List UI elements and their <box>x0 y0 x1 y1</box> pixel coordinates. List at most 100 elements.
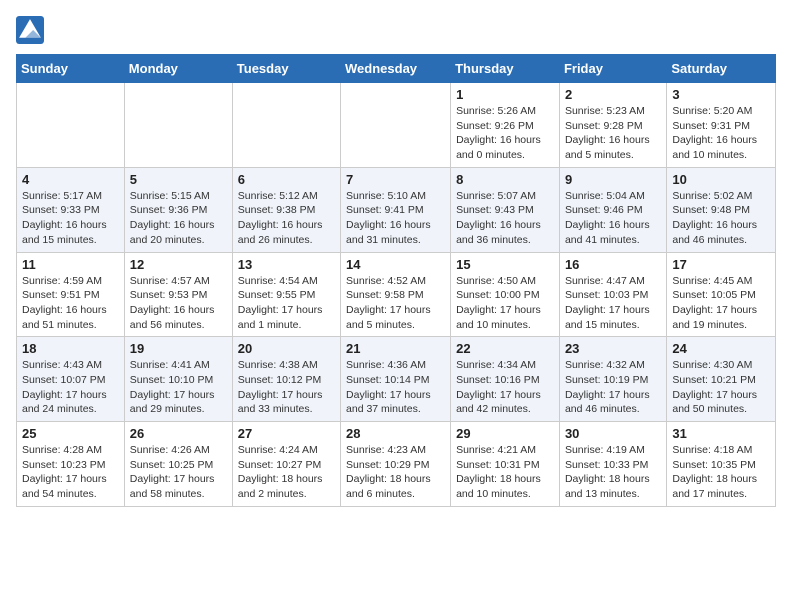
day-number: 29 <box>456 426 554 441</box>
day-number: 6 <box>238 172 335 187</box>
day-info: Sunrise: 4:59 AM Sunset: 9:51 PM Dayligh… <box>22 274 119 333</box>
calendar-cell-4-0: 25Sunrise: 4:28 AM Sunset: 10:23 PM Dayl… <box>17 422 125 507</box>
week-row-1: 1 Sunrise: 5:26 AM Sunset: 9:26 PM Daylig… <box>17 83 776 168</box>
calendar-cell-0-6: 3 Sunrise: 5:20 AM Sunset: 9:31 PM Daylig… <box>667 83 776 168</box>
calendar-cell-0-0 <box>17 83 125 168</box>
day-number: 11 <box>22 257 119 272</box>
week-row-3: 11 Sunrise: 4:59 AM Sunset: 9:51 PM Dayli… <box>17 252 776 337</box>
day-info: Sunrise: 4:38 AM Sunset: 10:12 PM Daylig… <box>238 358 335 417</box>
day-info: Sunrise: 4:52 AM Sunset: 9:58 PM Dayligh… <box>346 274 445 333</box>
calendar-cell-0-1 <box>124 83 232 168</box>
day-info: Sunrise: 4:18 AM Sunset: 10:35 PM Daylig… <box>672 443 770 502</box>
logo-icon <box>16 16 44 44</box>
day-number: 4 <box>22 172 119 187</box>
weekday-row: SundayMondayTuesdayWednesdayThursdayFrid… <box>17 55 776 83</box>
day-number: 23 <box>565 341 661 356</box>
day-info: Sunrise: 5:07 AM Sunset: 9:43 PM Dayligh… <box>456 189 554 248</box>
weekday-thursday: Thursday <box>451 55 560 83</box>
day-info: Sunrise: 4:34 AM Sunset: 10:16 PM Daylig… <box>456 358 554 417</box>
day-info: Sunrise: 4:45 AM Sunset: 10:05 PM Daylig… <box>672 274 770 333</box>
calendar-cell-1-6: 10 Sunrise: 5:02 AM Sunset: 9:48 PM Dayli… <box>667 167 776 252</box>
calendar-cell-1-4: 8 Sunrise: 5:07 AM Sunset: 9:43 PM Daylig… <box>451 167 560 252</box>
day-number: 19 <box>130 341 227 356</box>
calendar-cell-3-2: 20 Sunrise: 4:38 AM Sunset: 10:12 PM Dayl… <box>232 337 340 422</box>
day-info: Sunrise: 5:12 AM Sunset: 9:38 PM Dayligh… <box>238 189 335 248</box>
day-info: Sunrise: 5:26 AM Sunset: 9:26 PM Dayligh… <box>456 104 554 163</box>
day-number: 31 <box>672 426 770 441</box>
calendar-cell-2-1: 12 Sunrise: 4:57 AM Sunset: 9:53 PM Dayli… <box>124 252 232 337</box>
day-info: Sunrise: 4:23 AM Sunset: 10:29 PM Daylig… <box>346 443 445 502</box>
calendar-cell-4-3: 28 Sunrise: 4:23 AM Sunset: 10:29 PM Dayl… <box>341 422 451 507</box>
day-info: Sunrise: 4:36 AM Sunset: 10:14 PM Daylig… <box>346 358 445 417</box>
calendar-table: SundayMondayTuesdayWednesdayThursdayFrid… <box>16 54 776 507</box>
day-number: 20 <box>238 341 335 356</box>
calendar-cell-0-2 <box>232 83 340 168</box>
calendar-cell-3-4: 22 Sunrise: 4:34 AM Sunset: 10:16 PM Dayl… <box>451 337 560 422</box>
day-info: Sunrise: 5:15 AM Sunset: 9:36 PM Dayligh… <box>130 189 227 248</box>
calendar-header: SundayMondayTuesdayWednesdayThursdayFrid… <box>17 55 776 83</box>
calendar-cell-3-3: 21 Sunrise: 4:36 AM Sunset: 10:14 PM Dayl… <box>341 337 451 422</box>
day-number: 2 <box>565 87 661 102</box>
calendar-cell-4-5: 30Sunrise: 4:19 AM Sunset: 10:33 PM Dayl… <box>559 422 666 507</box>
day-info: Sunrise: 4:32 AM Sunset: 10:19 PM Daylig… <box>565 358 661 417</box>
day-number: 1 <box>456 87 554 102</box>
day-number: 18 <box>22 341 119 356</box>
day-number: 3 <box>672 87 770 102</box>
calendar-cell-4-6: 31 Sunrise: 4:18 AM Sunset: 10:35 PM Dayl… <box>667 422 776 507</box>
day-info: Sunrise: 4:19 AM Sunset: 10:33 PM Daylig… <box>565 443 661 502</box>
day-number: 16 <box>565 257 661 272</box>
week-row-4: 18 Sunrise: 4:43 AM Sunset: 10:07 PM Dayl… <box>17 337 776 422</box>
calendar-cell-0-5: 2 Sunrise: 5:23 AM Sunset: 9:28 PM Daylig… <box>559 83 666 168</box>
calendar-cell-3-6: 24 Sunrise: 4:30 AM Sunset: 10:21 PM Dayl… <box>667 337 776 422</box>
day-info: Sunrise: 5:17 AM Sunset: 9:33 PM Dayligh… <box>22 189 119 248</box>
calendar-cell-1-0: 4 Sunrise: 5:17 AM Sunset: 9:33 PM Daylig… <box>17 167 125 252</box>
calendar-cell-2-4: 15 Sunrise: 4:50 AM Sunset: 10:00 PM Dayl… <box>451 252 560 337</box>
day-number: 10 <box>672 172 770 187</box>
day-number: 21 <box>346 341 445 356</box>
day-info: Sunrise: 4:54 AM Sunset: 9:55 PM Dayligh… <box>238 274 335 333</box>
weekday-wednesday: Wednesday <box>341 55 451 83</box>
calendar-cell-1-1: 5 Sunrise: 5:15 AM Sunset: 9:36 PM Daylig… <box>124 167 232 252</box>
calendar-cell-4-2: 27 Sunrise: 4:24 AM Sunset: 10:27 PM Dayl… <box>232 422 340 507</box>
day-info: Sunrise: 5:04 AM Sunset: 9:46 PM Dayligh… <box>565 189 661 248</box>
day-info: Sunrise: 4:21 AM Sunset: 10:31 PM Daylig… <box>456 443 554 502</box>
day-info: Sunrise: 4:41 AM Sunset: 10:10 PM Daylig… <box>130 358 227 417</box>
weekday-friday: Friday <box>559 55 666 83</box>
day-info: Sunrise: 4:24 AM Sunset: 10:27 PM Daylig… <box>238 443 335 502</box>
page-header <box>16 16 776 44</box>
calendar-cell-2-2: 13 Sunrise: 4:54 AM Sunset: 9:55 PM Dayli… <box>232 252 340 337</box>
day-info: Sunrise: 5:23 AM Sunset: 9:28 PM Dayligh… <box>565 104 661 163</box>
weekday-tuesday: Tuesday <box>232 55 340 83</box>
day-number: 27 <box>238 426 335 441</box>
calendar-cell-3-0: 18 Sunrise: 4:43 AM Sunset: 10:07 PM Dayl… <box>17 337 125 422</box>
day-info: Sunrise: 5:02 AM Sunset: 9:48 PM Dayligh… <box>672 189 770 248</box>
day-number: 17 <box>672 257 770 272</box>
day-number: 9 <box>565 172 661 187</box>
day-number: 13 <box>238 257 335 272</box>
weekday-monday: Monday <box>124 55 232 83</box>
calendar-cell-1-2: 6 Sunrise: 5:12 AM Sunset: 9:38 PM Daylig… <box>232 167 340 252</box>
day-number: 14 <box>346 257 445 272</box>
day-info: Sunrise: 4:28 AM Sunset: 10:23 PM Daylig… <box>22 443 119 502</box>
day-number: 28 <box>346 426 445 441</box>
day-number: 15 <box>456 257 554 272</box>
day-info: Sunrise: 4:30 AM Sunset: 10:21 PM Daylig… <box>672 358 770 417</box>
day-info: Sunrise: 5:20 AM Sunset: 9:31 PM Dayligh… <box>672 104 770 163</box>
calendar-body: 1 Sunrise: 5:26 AM Sunset: 9:26 PM Daylig… <box>17 83 776 507</box>
day-number: 24 <box>672 341 770 356</box>
day-number: 26 <box>130 426 227 441</box>
calendar-cell-1-5: 9 Sunrise: 5:04 AM Sunset: 9:46 PM Daylig… <box>559 167 666 252</box>
logo <box>16 16 48 44</box>
day-number: 12 <box>130 257 227 272</box>
calendar-cell-2-0: 11 Sunrise: 4:59 AM Sunset: 9:51 PM Dayli… <box>17 252 125 337</box>
day-info: Sunrise: 5:10 AM Sunset: 9:41 PM Dayligh… <box>346 189 445 248</box>
day-number: 5 <box>130 172 227 187</box>
day-number: 8 <box>456 172 554 187</box>
day-info: Sunrise: 4:57 AM Sunset: 9:53 PM Dayligh… <box>130 274 227 333</box>
day-info: Sunrise: 4:43 AM Sunset: 10:07 PM Daylig… <box>22 358 119 417</box>
day-number: 22 <box>456 341 554 356</box>
day-info: Sunrise: 4:50 AM Sunset: 10:00 PM Daylig… <box>456 274 554 333</box>
calendar-cell-4-1: 26Sunrise: 4:26 AM Sunset: 10:25 PM Dayl… <box>124 422 232 507</box>
calendar-cell-2-6: 17 Sunrise: 4:45 AM Sunset: 10:05 PM Dayl… <box>667 252 776 337</box>
calendar-cell-0-4: 1 Sunrise: 5:26 AM Sunset: 9:26 PM Daylig… <box>451 83 560 168</box>
